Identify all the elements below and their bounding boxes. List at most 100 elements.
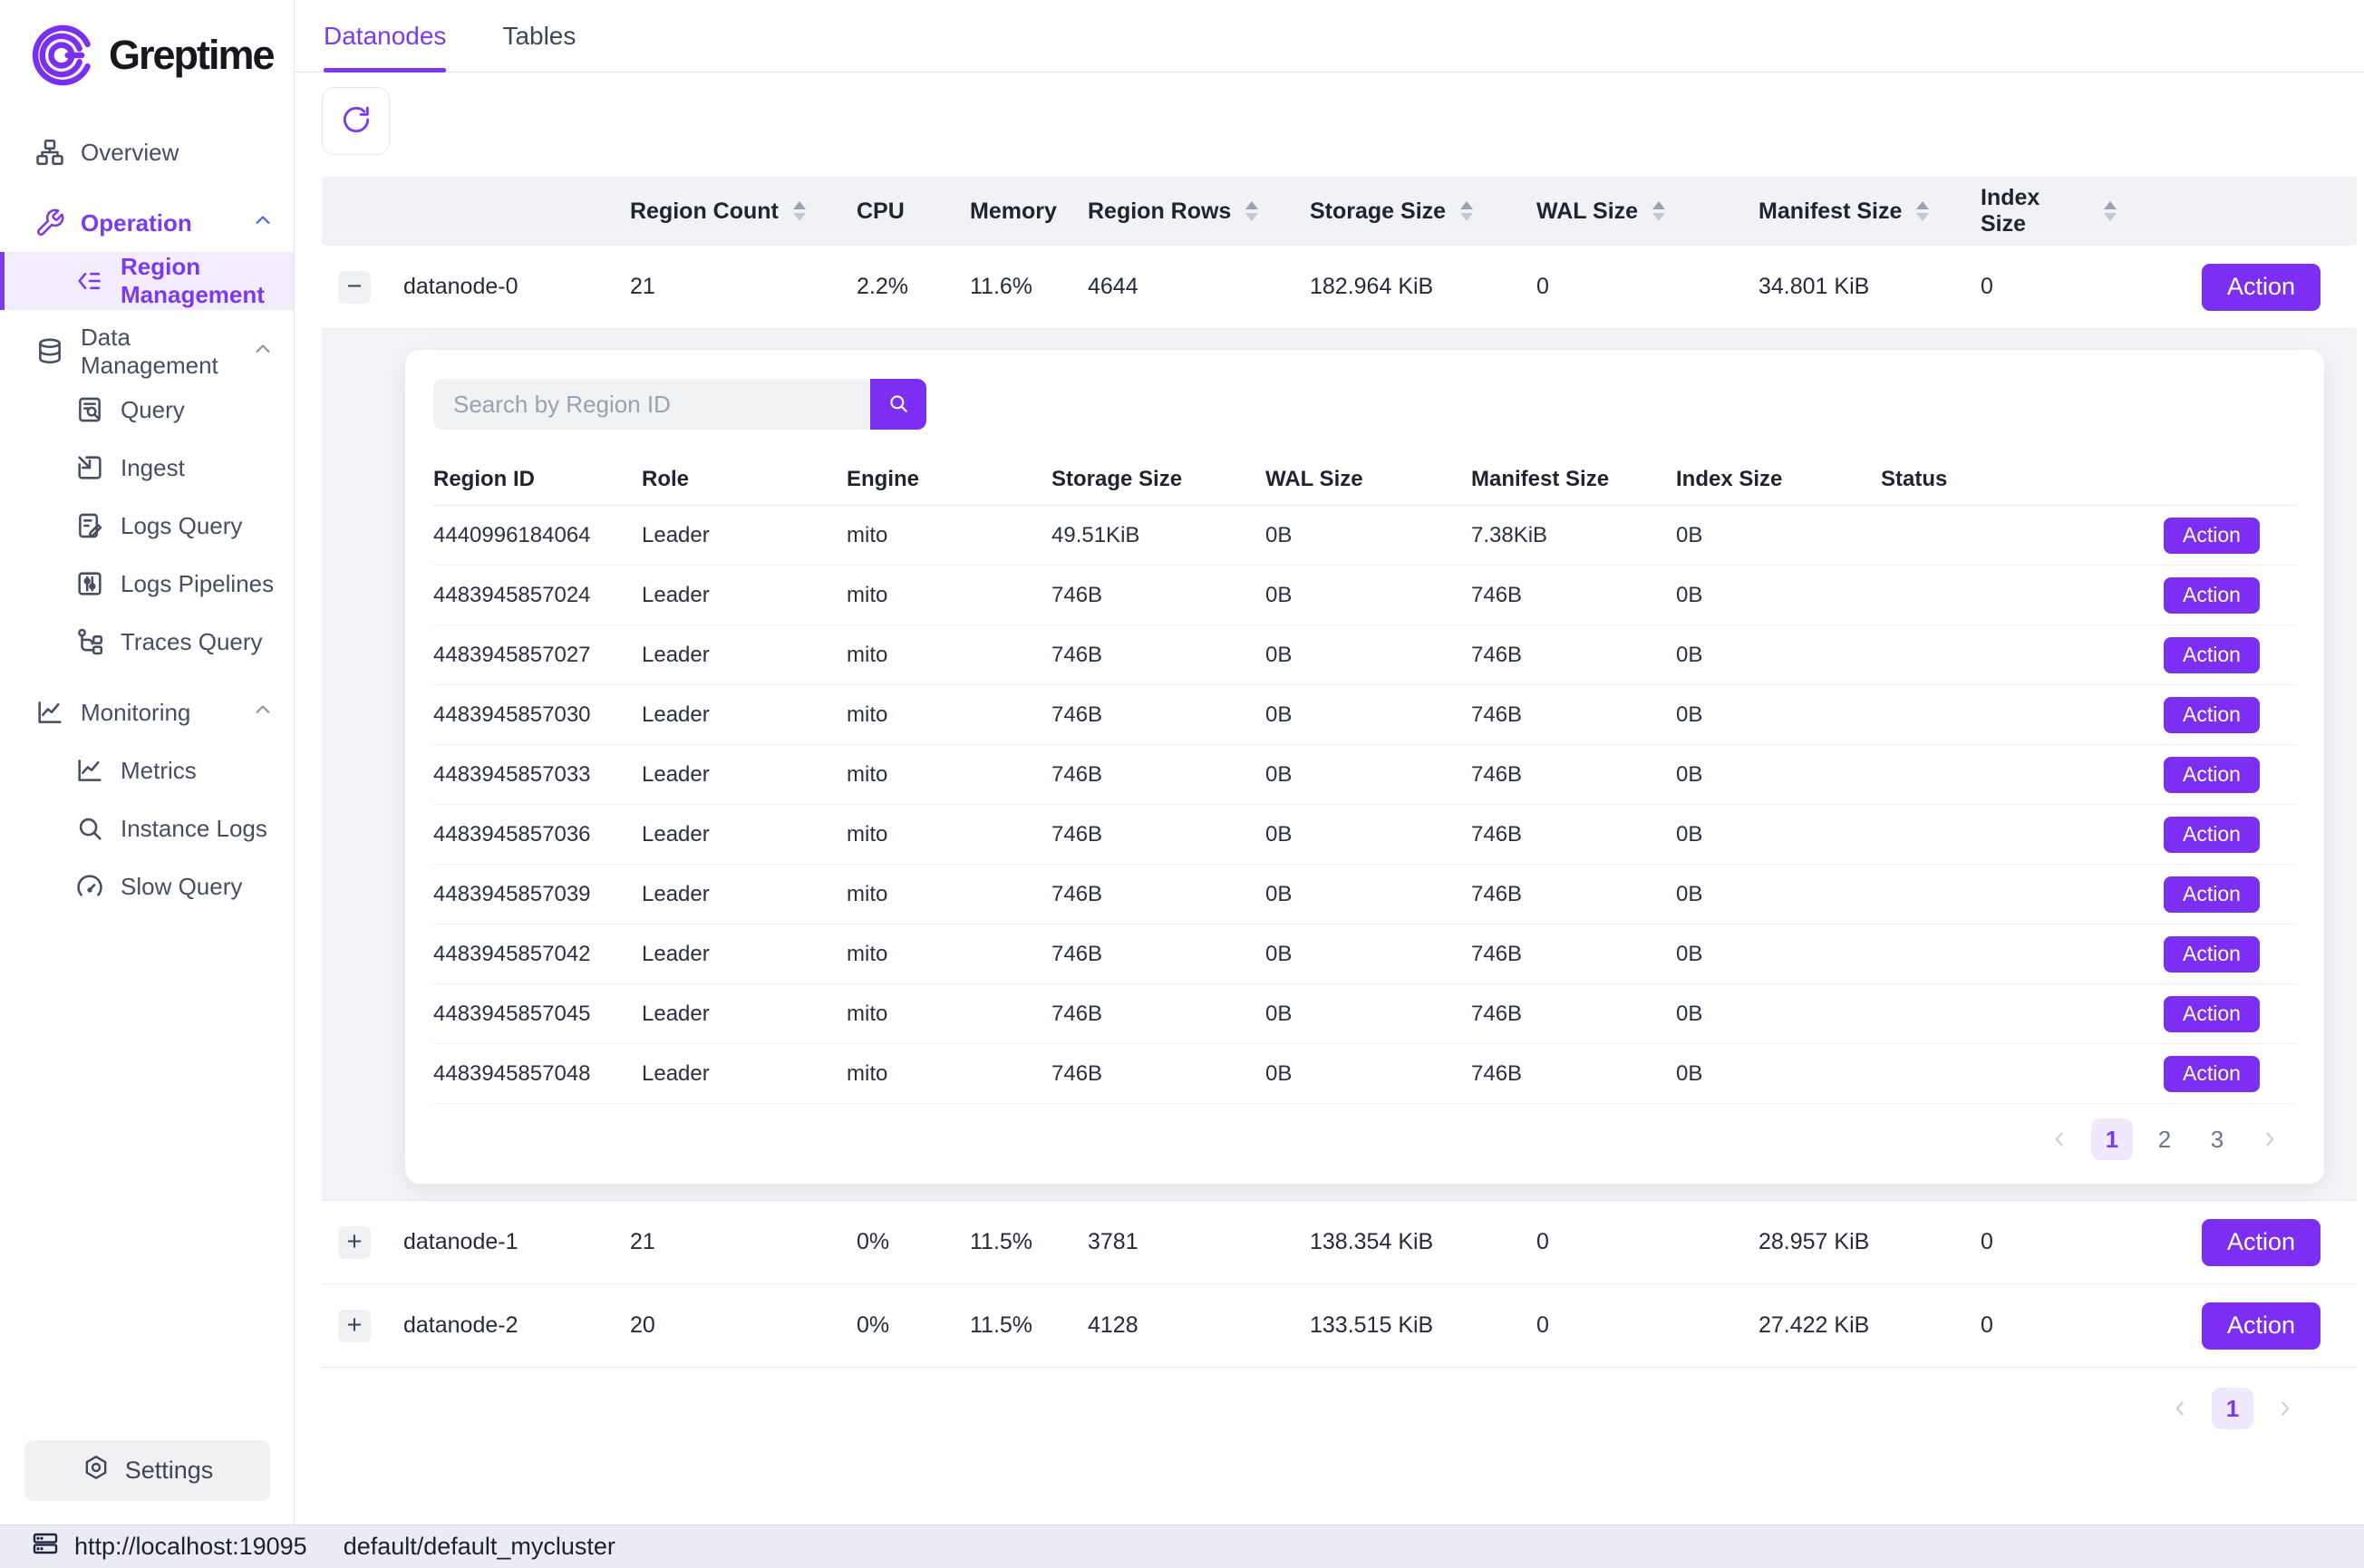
cell-manifest-size: 746B [1471,583,1676,608]
action-button[interactable]: Action [2202,264,2320,311]
datanode-row-datanode-1: +datanode-1210%11.5%3781138.354 KiB028.9… [322,1201,2357,1284]
action-button[interactable]: Action [2164,936,2260,973]
action-button[interactable]: Action [2202,1302,2320,1350]
chevron-up-icon [250,336,276,362]
collapse-button[interactable]: − [338,271,371,304]
cell-role: Leader [642,942,847,967]
connection-host[interactable]: http://localhost:19095 [31,1529,307,1564]
action-button[interactable]: Action [2164,518,2260,554]
refresh-button[interactable] [322,87,390,155]
action-button[interactable]: Action [2202,1219,2320,1266]
sidebar-item-monitoring[interactable]: Monitoring [0,683,294,741]
cell-region-id: 4483945857027 [433,643,642,668]
pagination-next-icon[interactable] [2249,1118,2291,1160]
cell-node-name: datanode-2 [403,1312,630,1339]
sidebar-item-overview[interactable]: Overview [0,123,294,181]
datanode-row-datanode-0: −datanode-0212.2%11.6%4644182.964 KiB034… [322,246,2357,329]
sidebar-item-instance-logs[interactable]: Instance Logs [0,799,294,857]
column-label: Memory [970,198,1057,225]
cell-storage-size: 746B [1051,643,1265,668]
sidebar-item-slow-query[interactable]: Slow Query [0,857,294,915]
sort-up-icon [1245,201,1258,209]
column-header-region-count[interactable]: Region Count [630,198,857,225]
tabbar: Datanodes Tables [295,0,2364,73]
chevron-up-icon[interactable] [250,208,276,239]
cell-index-size: 0B [1676,523,1881,548]
cell-index-size: 0B [1676,1002,1881,1027]
pagination-page-1[interactable]: 1 [2091,1118,2133,1160]
column-header-index-size[interactable]: Index Size [1981,185,2117,237]
cluster-selector[interactable]: default/default_mycluster [344,1533,615,1561]
action-button[interactable]: Action [2164,996,2260,1032]
sort-up-icon [1460,201,1473,209]
cell-engine: mito [847,1061,1051,1087]
sort-icon[interactable] [793,201,806,221]
region-column-header-storage-size: Storage Size [1051,467,1265,492]
cell-cpu: 0% [857,1312,970,1339]
column-label: Region Rows [1088,198,1231,225]
sort-icon[interactable] [2104,201,2117,221]
sidebar-item-traces-query[interactable]: Traces Query [0,613,294,671]
sidebar-item-logs-query[interactable]: Logs Query [0,497,294,555]
sort-icon[interactable] [1460,201,1473,221]
sidebar-item-query[interactable]: Query [0,381,294,439]
sort-icon[interactable] [1652,201,1665,221]
cell-memory: 11.6% [970,274,1088,300]
cell-region-count: 21 [630,1229,857,1255]
region-column-header-role: Role [642,467,847,492]
pagination-next-icon[interactable] [2264,1388,2306,1429]
action-button[interactable]: Action [2164,817,2260,853]
region-search-button[interactable] [870,379,926,430]
trace-tree-icon [74,626,105,657]
sidebar-item-logs-pipelines[interactable]: Logs Pipelines [0,555,294,613]
cell-storage-size: 746B [1051,1002,1265,1027]
ingest-arrow-icon [74,452,105,483]
action-cell: Action [2164,1056,2296,1092]
column-header-storage-size[interactable]: Storage Size [1310,198,1536,225]
column-label: Index Size [1981,185,2089,237]
sidebar-item-operation[interactable]: Operation [0,194,294,252]
action-button[interactable]: Action [2164,757,2260,793]
cell-memory: 11.5% [970,1312,1088,1339]
pagination-page-1[interactable]: 1 [2212,1388,2253,1429]
cell-manifest-size: 746B [1471,882,1676,907]
tab-datanodes[interactable]: Datanodes [324,0,446,72]
region-column-header-status: Status [1881,467,2026,492]
column-header-manifest-size[interactable]: Manifest Size [1758,198,1981,225]
expand-button[interactable]: + [338,1226,371,1259]
chevron-up-icon[interactable] [250,336,276,368]
action-button[interactable]: Action [2164,637,2260,673]
chevron-up-icon [250,208,276,233]
cell-region-id: 4483945857033 [433,762,642,788]
pagination-page-3[interactable]: 3 [2196,1118,2238,1160]
action-button[interactable]: Action [2164,697,2260,733]
sidebar-item-data-management[interactable]: Data Management [0,323,294,381]
pagination-page-2[interactable]: 2 [2144,1118,2185,1160]
sort-icon[interactable] [1245,201,1258,221]
region-search-input[interactable] [433,379,870,430]
sidebar-item-label: Monitoring [81,699,190,727]
cell-index-size: 0B [1676,762,1881,788]
chevron-up-icon[interactable] [250,697,276,729]
action-button[interactable]: Action [2164,1056,2260,1092]
sidebar-item-label: Logs Query [121,512,242,540]
search-icon [886,391,911,416]
settings-label: Settings [125,1457,214,1485]
expand-button[interactable]: + [338,1310,371,1342]
cell-storage-size: 746B [1051,882,1265,907]
sort-icon[interactable] [1916,201,1929,221]
sidebar-item-ingest[interactable]: Ingest [0,439,294,497]
refresh-icon [339,102,373,137]
cell-wal-size: 0B [1265,1002,1471,1027]
sidebar-item-region-management[interactable]: Region Management [0,252,294,310]
tab-tables[interactable]: Tables [502,0,576,72]
action-button[interactable]: Action [2164,876,2260,913]
column-header-wal-size[interactable]: WAL Size [1536,198,1758,225]
pagination-prev-icon[interactable] [2039,1118,2080,1160]
column-header-region-rows[interactable]: Region Rows [1088,198,1310,225]
region-row: 4483945857027Leadermito746B0B746B0BActio… [433,625,2296,685]
action-button[interactable]: Action [2164,577,2260,614]
settings-button[interactable]: Settings [24,1440,270,1501]
sidebar-item-metrics[interactable]: Metrics [0,741,294,799]
pagination-prev-icon[interactable] [2159,1388,2201,1429]
